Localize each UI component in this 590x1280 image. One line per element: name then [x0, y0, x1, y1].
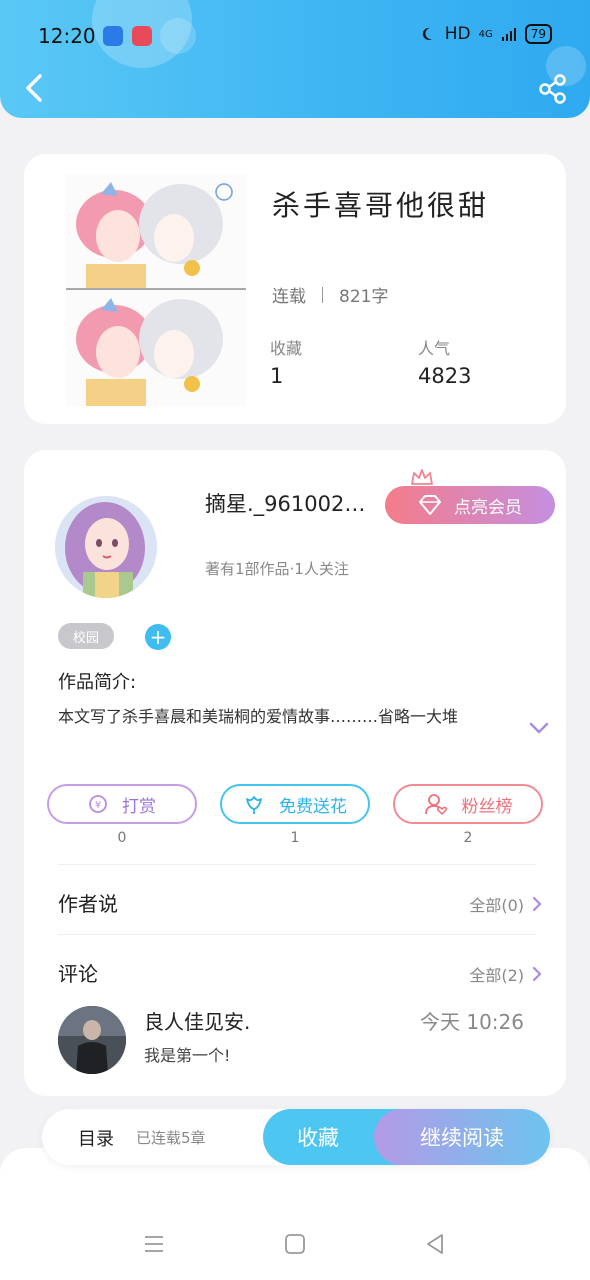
commenter-avatar[interactable] — [58, 1006, 126, 1074]
chevron-right-icon — [532, 896, 542, 912]
status-time: 12:20 — [38, 24, 96, 48]
author-says-all-link[interactable]: 全部(0) — [469, 892, 542, 916]
send-flower-button[interactable]: 免费送花 — [220, 784, 370, 824]
svg-text:¥: ¥ — [95, 800, 101, 811]
battery-indicator: 79 — [524, 24, 552, 44]
comments-title: 评论 — [58, 962, 98, 986]
book-cover-image[interactable] — [66, 174, 246, 406]
popularity-label: 人气 — [418, 339, 451, 358]
author-card: 摘星._961002… 点亮会员 著有1部作品·1人关注 校园 + 作品简介: … — [24, 450, 566, 1096]
chevron-right-icon — [532, 966, 542, 982]
reward-button[interactable]: ¥ 打赏 — [47, 784, 197, 824]
header: 12:20 HD 4G 79 — [0, 0, 590, 118]
author-stats: 著有1部作品·1人关注 — [205, 560, 349, 578]
serial-status: 连载 — [272, 287, 306, 307]
chapter-count: 已连载5章 — [136, 1129, 206, 1147]
author-says-title: 作者说 — [58, 892, 118, 916]
book-title: 杀手喜哥他很甜 — [272, 189, 490, 222]
reading-action-bar: 目录 已连载5章 收藏 继续阅读 — [42, 1109, 550, 1165]
network-label: HD — [444, 24, 471, 44]
coin-icon: ¥ — [89, 795, 107, 813]
signal-icon — [501, 28, 516, 41]
decor-bubble — [160, 18, 196, 54]
back-nav-icon[interactable] — [423, 1232, 447, 1256]
screen-record-icon — [132, 26, 152, 46]
flower-count: 1 — [290, 830, 300, 846]
share-icon[interactable] — [536, 72, 570, 106]
vip-activate-button[interactable]: 点亮会员 — [385, 486, 555, 524]
crown-icon — [411, 469, 433, 485]
vip-button-label: 点亮会员 — [454, 497, 522, 518]
bottom-sheet — [0, 1148, 590, 1280]
genre-tag[interactable]: 校园 — [58, 623, 114, 649]
back-arrow-icon[interactable] — [20, 70, 48, 106]
fans-ranking-button[interactable]: 粉丝榜 — [393, 784, 543, 824]
author-avatar[interactable] — [55, 496, 157, 598]
reward-label: 打赏 — [122, 796, 156, 817]
comments-all-label: 全部(2) — [469, 966, 524, 985]
book-meta: 连载 821字 — [272, 282, 388, 307]
book-info-card: 杀手喜哥他很甜 连载 821字 收藏 1 人气 4823 — [24, 154, 566, 424]
home-nav-icon[interactable] — [283, 1232, 307, 1256]
fans-count: 2 — [463, 830, 473, 846]
favorites-label: 收藏 — [270, 339, 303, 358]
comment-text: 我是第一个! — [144, 1046, 231, 1065]
author-name[interactable]: 摘星._961002… — [205, 488, 385, 518]
meta-divider — [322, 286, 323, 303]
author-says-all-label: 全部(0) — [469, 896, 524, 915]
send-flower-label: 免费送花 — [279, 796, 347, 817]
reward-count: 0 — [117, 830, 127, 846]
word-count: 821字 — [339, 287, 389, 307]
comments-all-link[interactable]: 全部(2) — [469, 962, 542, 986]
intro-label: 作品简介: — [58, 672, 137, 693]
moon-icon — [422, 27, 432, 40]
commenter-name[interactable]: 良人佳见安. — [144, 1006, 250, 1035]
flower-icon — [246, 796, 262, 814]
fans-icon — [424, 794, 447, 816]
table-of-contents-button[interactable]: 目录 — [78, 1125, 114, 1151]
diamond-icon — [419, 495, 441, 515]
continue-reading-button[interactable]: 继续阅读 — [374, 1109, 550, 1165]
divider — [58, 934, 536, 935]
signal-label: 4G — [478, 28, 493, 40]
divider — [58, 864, 536, 865]
add-tag-button[interactable]: + — [145, 624, 171, 650]
menu-nav-icon[interactable] — [142, 1232, 166, 1256]
popularity-value: 4823 — [418, 364, 472, 388]
favorites-value: 1 — [270, 364, 284, 388]
chevron-down-icon[interactable] — [528, 720, 550, 736]
status-indicators: HD 4G 79 — [421, 24, 552, 44]
fans-ranking-label: 粉丝榜 — [461, 796, 513, 817]
intro-text: 本文写了杀手喜晨和美瑞桐的爱情故事………省略一大堆 — [58, 707, 459, 726]
notification-app-icon — [103, 26, 123, 46]
comment-time: 今天 10:26 — [420, 1010, 524, 1034]
